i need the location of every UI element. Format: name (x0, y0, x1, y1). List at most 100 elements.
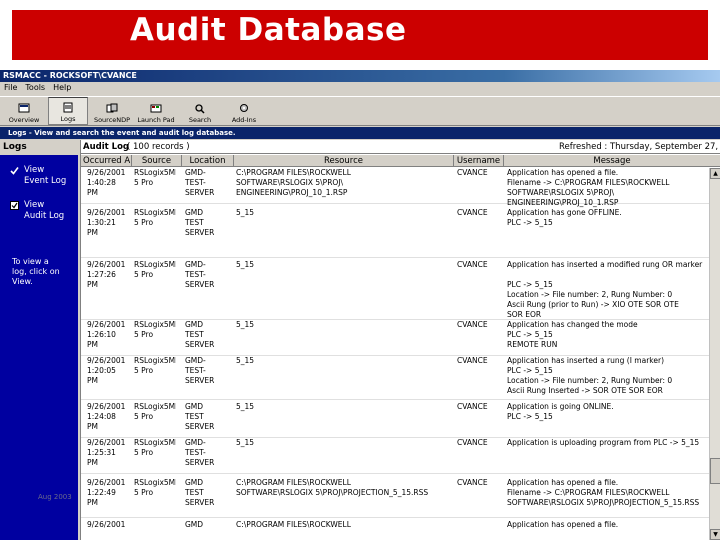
sidebar-item-view-event-log[interactable]: View Event Log (10, 165, 66, 187)
menu-bar: File Tools Help (0, 82, 720, 94)
cell-username: CVANCE (457, 260, 488, 269)
cell-resource: C:\PROGRAM FILES\ROCKWELL (236, 520, 351, 529)
cell-source: RSLogix5MD 5 Pro (134, 438, 176, 457)
cell-username: CVANCE (457, 208, 488, 217)
logs-button[interactable]: Logs (48, 97, 88, 125)
scroll-thumb[interactable] (710, 458, 720, 484)
table-row[interactable]: 9/26/2001 1:20:05 PM RSLogix5MD 5 Pro GM… (81, 356, 709, 400)
refreshed-timestamp: Refreshed : Thursday, September 27, 2 (559, 142, 720, 152)
menu-file[interactable]: File (4, 82, 17, 94)
table-row[interactable]: 9/26/2001 1:26:10 PM RSLogix5MD 5 Pro GM… (81, 320, 709, 356)
menu-help[interactable]: Help (53, 82, 71, 94)
column-source[interactable]: Source (132, 155, 182, 167)
column-username[interactable]: Username (454, 155, 504, 167)
cell-message: Application has inserted a rung (I marke… (507, 356, 673, 395)
cell-resource: C:\PROGRAM FILES\ROCKWELL SOFTWARE\RSLOG… (236, 478, 429, 497)
cell-username: CVANCE (457, 168, 488, 177)
cell-resource: 5_15 (236, 320, 255, 329)
cell-message: Application has opened a file. Filename … (507, 168, 670, 207)
cell-resource: 5_15 (236, 402, 255, 411)
table-header: Occurred A Source Location Resource User… (81, 155, 720, 167)
checkmark-icon (10, 167, 19, 175)
column-resource[interactable]: Resource (234, 155, 454, 167)
search-button[interactable]: Search (180, 97, 220, 125)
launch-pad-button[interactable]: Launch Pad (136, 97, 176, 125)
cell-message: Application has changed the mode PLC -> … (507, 320, 638, 349)
cell-source: RSLogix5MD 5 Pro (134, 478, 176, 497)
footer-date: Aug 2003 (38, 493, 72, 501)
cell-username: CVANCE (457, 438, 488, 447)
table-scrollbar[interactable]: ▲ ▼ (709, 168, 720, 540)
cell-location: GMD TEST SERVER (185, 208, 215, 237)
sidebar-item-label: View Event Log (24, 165, 67, 186)
info-bar: Logs - View and search the event and aud… (0, 127, 720, 139)
cell-username: CVANCE (457, 402, 488, 411)
cell-message: Application is uploading program from PL… (507, 438, 700, 447)
panel-title: Audit Log (83, 142, 129, 152)
cell-source: RSLogix5MD 5 Pro (134, 320, 176, 339)
app-window: RSMACC - ROCKSOFT\CVANCE File Tools Help… (0, 70, 720, 540)
table-row[interactable]: 9/26/2001 GMD C:\PROGRAM FILES\ROCKWELL … (81, 520, 709, 540)
sidebar-note: To view a log, click on View. (12, 257, 60, 286)
sidebar: View Event Log View Audit Log To view a … (0, 155, 78, 540)
cell-resource: 5_15 (236, 356, 255, 365)
sidebar-item-view-audit-log[interactable]: View Audit Log (10, 200, 64, 222)
logs-label: Logs (60, 115, 76, 123)
cell-occurred: 9/26/2001 (87, 520, 126, 529)
table-row[interactable]: 9/26/2001 1:27:26 PM RSLogix5MD 5 Pro GM… (81, 260, 709, 320)
cell-occurred: 9/26/2001 1:30:21 PM (87, 208, 126, 237)
record-count: ( 100 records ) (127, 142, 190, 152)
cell-message: Application has opened a file. Filename … (507, 478, 700, 507)
cell-message: Application has gone OFFLINE. PLC -> 5_1… (507, 208, 622, 227)
table-row[interactable]: 9/26/2001 1:30:21 PM RSLogix5MD 5 Pro GM… (81, 208, 709, 258)
cell-location: GMD- TEST- SERVER (185, 356, 215, 385)
cell-location: GMD- TEST- SERVER (185, 438, 215, 467)
cell-username: CVANCE (457, 478, 488, 487)
table-row[interactable]: 9/26/2001 1:40:28 PM RSLogix5MD 5 Pro GM… (81, 168, 709, 207)
cell-occurred: 9/26/2001 1:27:26 PM (87, 260, 126, 289)
search-icon (195, 104, 205, 114)
table-row[interactable]: 9/26/2001 1:25:31 PM RSLogix5MD 5 Pro GM… (81, 438, 709, 474)
cell-location: GMD TEST SERVER (185, 478, 215, 507)
column-location[interactable]: Location (182, 155, 234, 167)
cell-occurred: 9/26/2001 1:24:08 PM (87, 402, 126, 431)
menu-tools[interactable]: Tools (25, 82, 45, 94)
title-banner: Audit Database (12, 10, 708, 60)
cell-source: RSLogix5MD 5 Pro (134, 260, 176, 279)
window-titlebar[interactable]: RSMACC - ROCKSOFT\CVANCE (0, 70, 720, 82)
overview-button[interactable]: Overview (4, 97, 44, 125)
audit-log-panel: Audit Log ( 100 records ) Refreshed : Th… (80, 140, 720, 540)
cell-source: RSLogix5MD 5 Pro (134, 356, 176, 375)
scroll-down-icon[interactable]: ▼ (710, 529, 720, 540)
scroll-up-icon[interactable]: ▲ (710, 168, 720, 179)
column-occurred[interactable]: Occurred A (81, 155, 132, 167)
cell-location: GMD- TEST- SERVER (185, 260, 215, 289)
add-ins-label: Add-Ins (231, 116, 257, 124)
banner-title: Audit Database (130, 12, 407, 48)
cell-message: Application is going ONLINE. PLC -> 5_15 (507, 402, 614, 421)
column-message[interactable]: Message (504, 155, 720, 167)
launch-pad-label: Launch Pad (137, 116, 175, 124)
toolbar: Overview Logs SourceNDP Launch Pad Searc… (0, 96, 720, 126)
cell-message: Application has inserted a modified rung… (507, 260, 703, 319)
cell-resource: 5_15 (236, 438, 255, 447)
table-row[interactable]: 9/26/2001 1:22:49 PM RSLogix5MD 5 Pro GM… (81, 478, 709, 518)
cell-username: CVANCE (457, 356, 488, 365)
sidebar-title: Logs (0, 140, 80, 154)
cell-source: RSLogix5MD 5 Pro (134, 168, 176, 187)
add-ins-button[interactable]: Add-Ins (224, 97, 264, 125)
audit-table-body: 9/26/2001 1:40:28 PM RSLogix5MD 5 Pro GM… (81, 168, 709, 540)
search-label: Search (188, 116, 212, 124)
add-ins-icon (240, 104, 248, 112)
table-row[interactable]: 9/26/2001 1:24:08 PM RSLogix5MD 5 Pro GM… (81, 402, 709, 438)
cell-occurred: 9/26/2001 1:20:05 PM (87, 356, 126, 385)
cell-occurred: 9/26/2001 1:25:31 PM (87, 438, 126, 467)
cell-message: Application has opened a file. (507, 520, 619, 529)
sourcendp-button[interactable]: SourceNDP (92, 97, 132, 125)
panel-header: Audit Log ( 100 records ) Refreshed : Th… (81, 140, 720, 154)
cell-location: GMD (185, 520, 204, 529)
sidebar-item-label: View Audit Log (24, 200, 65, 221)
cell-location: GMD TEST SERVER (185, 320, 215, 349)
logs-icon (63, 102, 73, 113)
overview-icon (18, 103, 30, 113)
